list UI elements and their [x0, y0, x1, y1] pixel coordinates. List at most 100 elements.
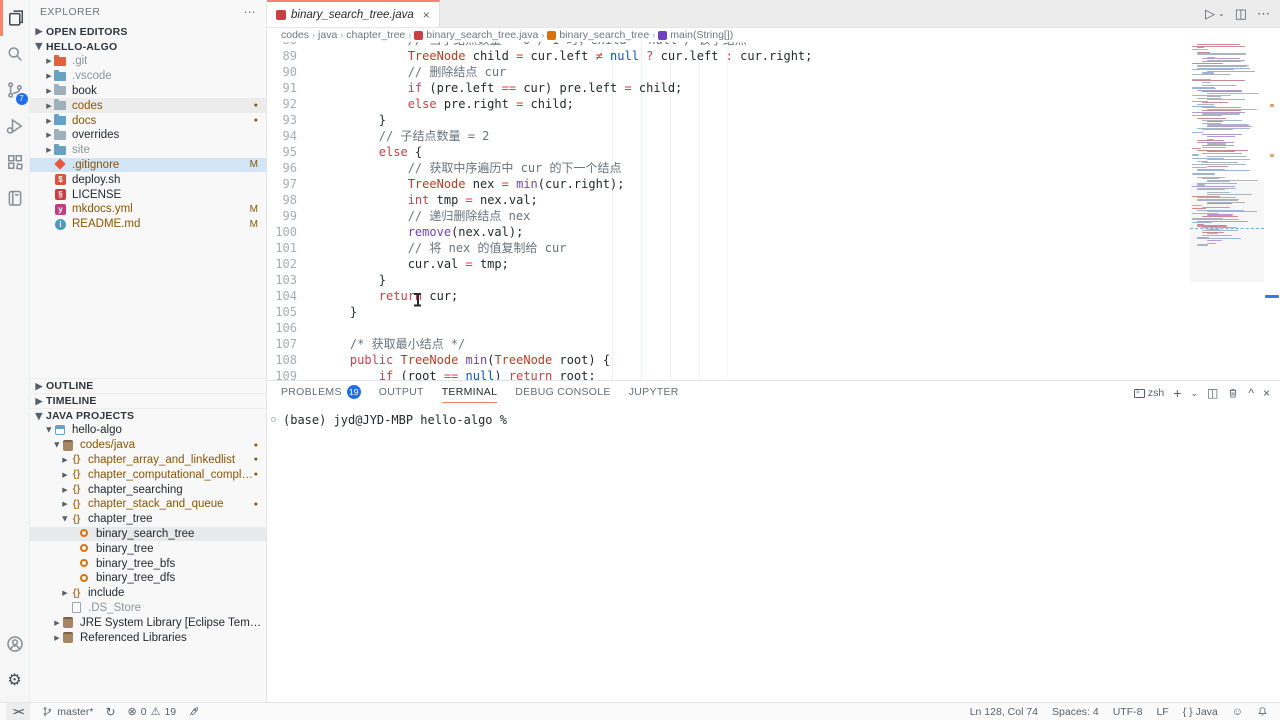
code-line-100[interactable]: 100 remove(nex.val);: [267, 224, 1188, 240]
breadcrumb[interactable]: codes›java›chapter_tree›binary_search_tr…: [267, 28, 1280, 42]
tree-item-chapter_computational_complexity[interactable]: ▶{}chapter_computational_complexity●: [30, 467, 266, 482]
git-branch-item[interactable]: master*: [42, 706, 93, 718]
tree-item-codes[interactable]: ▶codes●: [30, 98, 266, 113]
panel-tab-jupyter[interactable]: JUPYTER: [629, 381, 679, 403]
terminal-dropdown-icon[interactable]: ⌄: [1190, 388, 1198, 399]
tree-item-.ds_store[interactable]: .DS_Store: [30, 601, 266, 616]
code-line-99[interactable]: 99 // 递归删除结点 nex: [267, 208, 1188, 224]
code-line-94[interactable]: 94 // 子结点数量 = 2: [267, 128, 1188, 144]
tree-item-site[interactable]: ▶site: [30, 143, 266, 158]
code-line-96[interactable]: 96 // 获取中序遍历中 cur 的下一个结点: [267, 160, 1188, 176]
split-editor-icon[interactable]: ◫: [1235, 6, 1247, 22]
chevron-icon[interactable]: ▶: [60, 471, 70, 479]
code-line-109[interactable]: 109 if (root == null) return root;: [267, 368, 1188, 380]
notifications-bell-icon[interactable]: [1257, 706, 1268, 717]
account-icon[interactable]: [0, 626, 30, 662]
tree-item-binary_tree_dfs[interactable]: binary_tree_dfs: [30, 571, 266, 586]
chevron-icon[interactable]: ▶: [44, 72, 54, 80]
code-line-92[interactable]: 92 else pre.right = child;: [267, 96, 1188, 112]
code-line-102[interactable]: 102 cur.val = tmp;: [267, 256, 1188, 272]
java-launch-icon[interactable]: [188, 706, 199, 717]
tree-item-deploy.sh[interactable]: $deploy.sh: [30, 172, 266, 187]
chevron-icon[interactable]: ▶: [44, 102, 54, 110]
code-line-89[interactable]: 89 TreeNode child = cur.left ≠ null ? cu…: [267, 48, 1188, 64]
close-panel-icon[interactable]: ×: [1263, 386, 1270, 400]
tree-item-binary_search_tree[interactable]: binary_search_tree: [30, 527, 266, 542]
settings-gear-icon[interactable]: ⚙: [0, 662, 30, 698]
tree-item-license[interactable]: §LICENSE: [30, 187, 266, 202]
language-mode[interactable]: { } Java: [1183, 706, 1218, 718]
shell-selector[interactable]: > zsh: [1134, 387, 1164, 399]
search-icon[interactable]: [0, 36, 30, 72]
code-line-93[interactable]: 93 }: [267, 112, 1188, 128]
tab-close-icon[interactable]: ×: [423, 8, 430, 22]
tree-item-chapter_stack_and_queue[interactable]: ▶{}chapter_stack_and_queue●: [30, 497, 266, 512]
tree-item-referencedlibraries[interactable]: ▶Referenced Libraries: [30, 630, 266, 645]
tree-item-hello-algo[interactable]: ▶hello-algo: [30, 423, 266, 438]
sync-button[interactable]: ↻: [105, 705, 115, 719]
source-control-icon[interactable]: 7: [0, 72, 30, 108]
chevron-icon[interactable]: ▶: [44, 117, 54, 125]
cursor-position[interactable]: Ln 128, Col 74: [970, 706, 1038, 718]
breadcrumb-item[interactable]: java: [318, 29, 337, 41]
panel-tab-terminal[interactable]: TERMINAL: [442, 381, 498, 403]
tree-item-binary_tree_bfs[interactable]: binary_tree_bfs: [30, 556, 266, 571]
encoding[interactable]: UTF-8: [1113, 706, 1143, 718]
outline-header[interactable]: ▶OUTLINE: [30, 378, 266, 393]
maximize-panel-icon[interactable]: ^: [1248, 386, 1254, 400]
chevron-icon[interactable]: ▶: [60, 456, 70, 464]
tree-item-docs[interactable]: ▶docs●: [30, 113, 266, 128]
chevron-icon[interactable]: ▶: [45, 425, 53, 435]
tree-item-jresystemlibraryeclipsetemurin1717[interactable]: ▶JRE System Library [Eclipse Temurin 17 …: [30, 615, 266, 630]
code-line-95[interactable]: 95 else {: [267, 144, 1188, 160]
tree-item-.gitignore[interactable]: .gitignoreM: [30, 158, 266, 173]
tree-item-readme.md[interactable]: iREADME.mdM: [30, 217, 266, 232]
code-line-98[interactable]: 98 int tmp = nex.val;: [267, 192, 1188, 208]
code-line-103[interactable]: 103 }: [267, 272, 1188, 288]
panel-tab-problems[interactable]: PROBLEMS19: [281, 381, 361, 403]
explorer-icon[interactable]: [0, 0, 30, 36]
timeline-header[interactable]: ▶TIMELINE: [30, 393, 266, 408]
breadcrumb-item[interactable]: binary_search_tree: [559, 29, 649, 41]
code-line-101[interactable]: 101 // 将 nex 的值复制给 cur: [267, 240, 1188, 256]
code-line-104[interactable]: 104 return cur;: [267, 288, 1188, 304]
code-line-105[interactable]: 105 }: [267, 304, 1188, 320]
split-terminal-icon[interactable]: ◫: [1207, 386, 1218, 400]
chevron-icon[interactable]: ▶: [44, 146, 54, 154]
tree-item-chapter_array_and_linkedlist[interactable]: ▶{}chapter_array_and_linkedlist●: [30, 453, 266, 468]
tree-item-overrides[interactable]: ▶overrides: [30, 128, 266, 143]
new-terminal-icon[interactable]: +: [1173, 385, 1181, 401]
kill-terminal-icon[interactable]: [1227, 387, 1239, 399]
breadcrumb-item[interactable]: binary_search_tree.java: [426, 29, 538, 41]
breadcrumb-item[interactable]: chapter_tree: [346, 29, 405, 41]
tree-item-codesjava[interactable]: ▶codes/java●: [30, 438, 266, 453]
editor-more-actions-icon[interactable]: ⋯: [1257, 6, 1270, 22]
panel-tab-debug-console[interactable]: DEBUG CONSOLE: [515, 381, 611, 403]
run-dropdown-icon[interactable]: ⌄: [1218, 9, 1225, 18]
code-line-90[interactable]: 90 // 删除结点 cur: [267, 64, 1188, 80]
code-line-107[interactable]: 107 /* 获取最小结点 */: [267, 336, 1188, 352]
open-editors-header[interactable]: ▶OPEN EDITORS: [30, 24, 266, 39]
tree-item-include[interactable]: ▶{}include: [30, 586, 266, 601]
chevron-icon[interactable]: ▶: [52, 619, 62, 627]
chevron-icon[interactable]: ▶: [44, 57, 54, 65]
tree-item-.git[interactable]: ▶.git: [30, 54, 266, 69]
code-editor[interactable]: 88 // 当子结点数量 = 0 / 1 时，child = null / 该子…: [267, 42, 1280, 380]
extensions-icon[interactable]: [0, 144, 30, 180]
breadcrumb-item[interactable]: codes: [281, 29, 309, 41]
eol-sequence[interactable]: LF: [1156, 706, 1168, 718]
terminal-output[interactable]: (base) jyd@JYD-MBP hello-algo %: [267, 403, 1280, 427]
chevron-icon[interactable]: ▶: [60, 589, 70, 597]
chevron-icon[interactable]: ▶: [53, 440, 61, 450]
run-debug-icon[interactable]: [0, 108, 30, 144]
workspace-root-header[interactable]: ▶HELLO-ALGO: [30, 39, 266, 54]
notebook-icon[interactable]: [0, 180, 30, 216]
breadcrumb-item[interactable]: main(String[]): [670, 29, 733, 41]
remote-indicator[interactable]: ><: [6, 703, 30, 720]
code-line-97[interactable]: 97 TreeNode nex = min(cur.right);: [267, 176, 1188, 192]
panel-tab-output[interactable]: OUTPUT: [379, 381, 424, 403]
tree-item-.vscode[interactable]: ▶.vscode: [30, 69, 266, 84]
indentation[interactable]: Spaces: 4: [1052, 706, 1099, 718]
tree-item-chapter_tree[interactable]: ▶{}chapter_tree: [30, 512, 266, 527]
code-line-91[interactable]: 91 if (pre.left == cur) pre.left = child…: [267, 80, 1188, 96]
